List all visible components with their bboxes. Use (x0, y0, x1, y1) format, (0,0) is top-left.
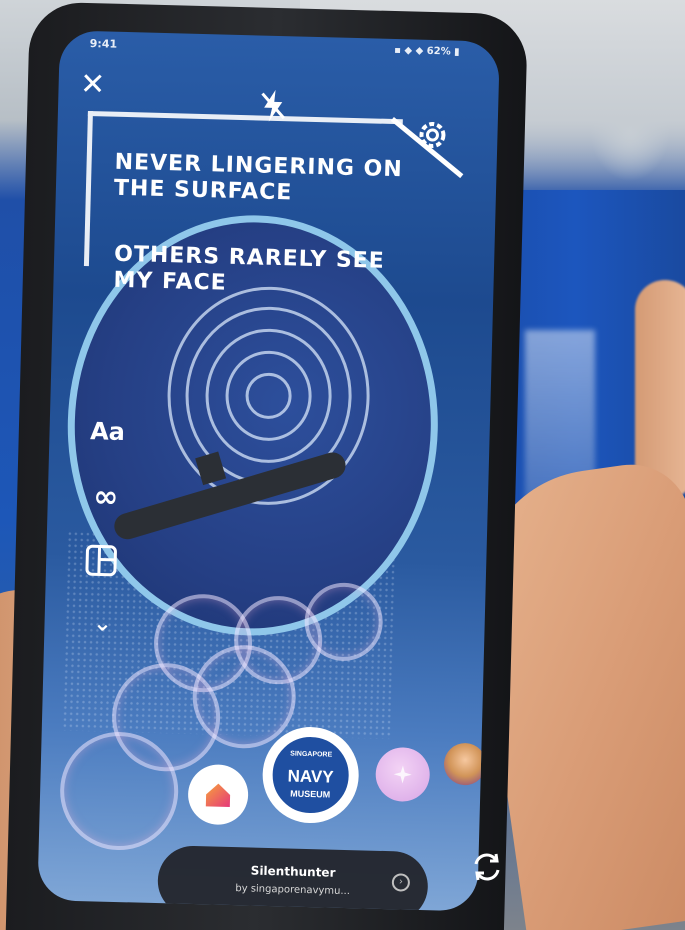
effect-author: by singaporenavymu... (235, 883, 351, 898)
logo-line-1: SINGAPORE (290, 750, 333, 759)
home-effect-button[interactable] (187, 763, 249, 826)
lyric-line-2: OTHERS RARELY SEE MY FACE (113, 241, 386, 296)
flip-camera-icon[interactable] (468, 848, 506, 886)
text-tool-button[interactable]: Aa (87, 417, 128, 446)
lyric-line-1: NEVER LINGERING ON THE SURFACE (113, 149, 404, 206)
status-time: 9:41 (89, 37, 118, 51)
effect-info-pill[interactable]: Silenthunter by singaporenavymu... › (156, 845, 429, 912)
home-icon (205, 783, 231, 807)
photo-scene: 9:41 ▪ ◆ ◆ 62% ▮ ✕ NEVER LINGERING ON TH… (0, 0, 685, 930)
status-indicators: ▪ ◆ ◆ 62% ▮ (393, 44, 460, 58)
navy-museum-logo: SINGAPORE NAVY MUSEUM (269, 734, 352, 817)
logo-line-2: NAVY (287, 766, 334, 787)
boomerang-button[interactable]: ∞ (85, 479, 126, 515)
sparkle-effect-button[interactable] (375, 746, 431, 803)
layout-icon[interactable] (84, 543, 119, 578)
selected-effect-capture-button[interactable]: SINGAPORE NAVY MUSEUM (261, 725, 360, 825)
sparkle-icon (393, 765, 412, 784)
avatar-icon[interactable] (443, 742, 487, 786)
gear-icon[interactable] (415, 118, 450, 153)
phone-screen: 9:41 ▪ ◆ ◆ 62% ▮ ✕ NEVER LINGERING ON TH… (37, 30, 500, 912)
logo-line-3: MUSEUM (290, 788, 331, 800)
effect-title: Silenthunter (250, 863, 336, 880)
close-button[interactable]: ✕ (76, 67, 109, 103)
more-tools-button[interactable]: ⌄ (82, 611, 123, 637)
